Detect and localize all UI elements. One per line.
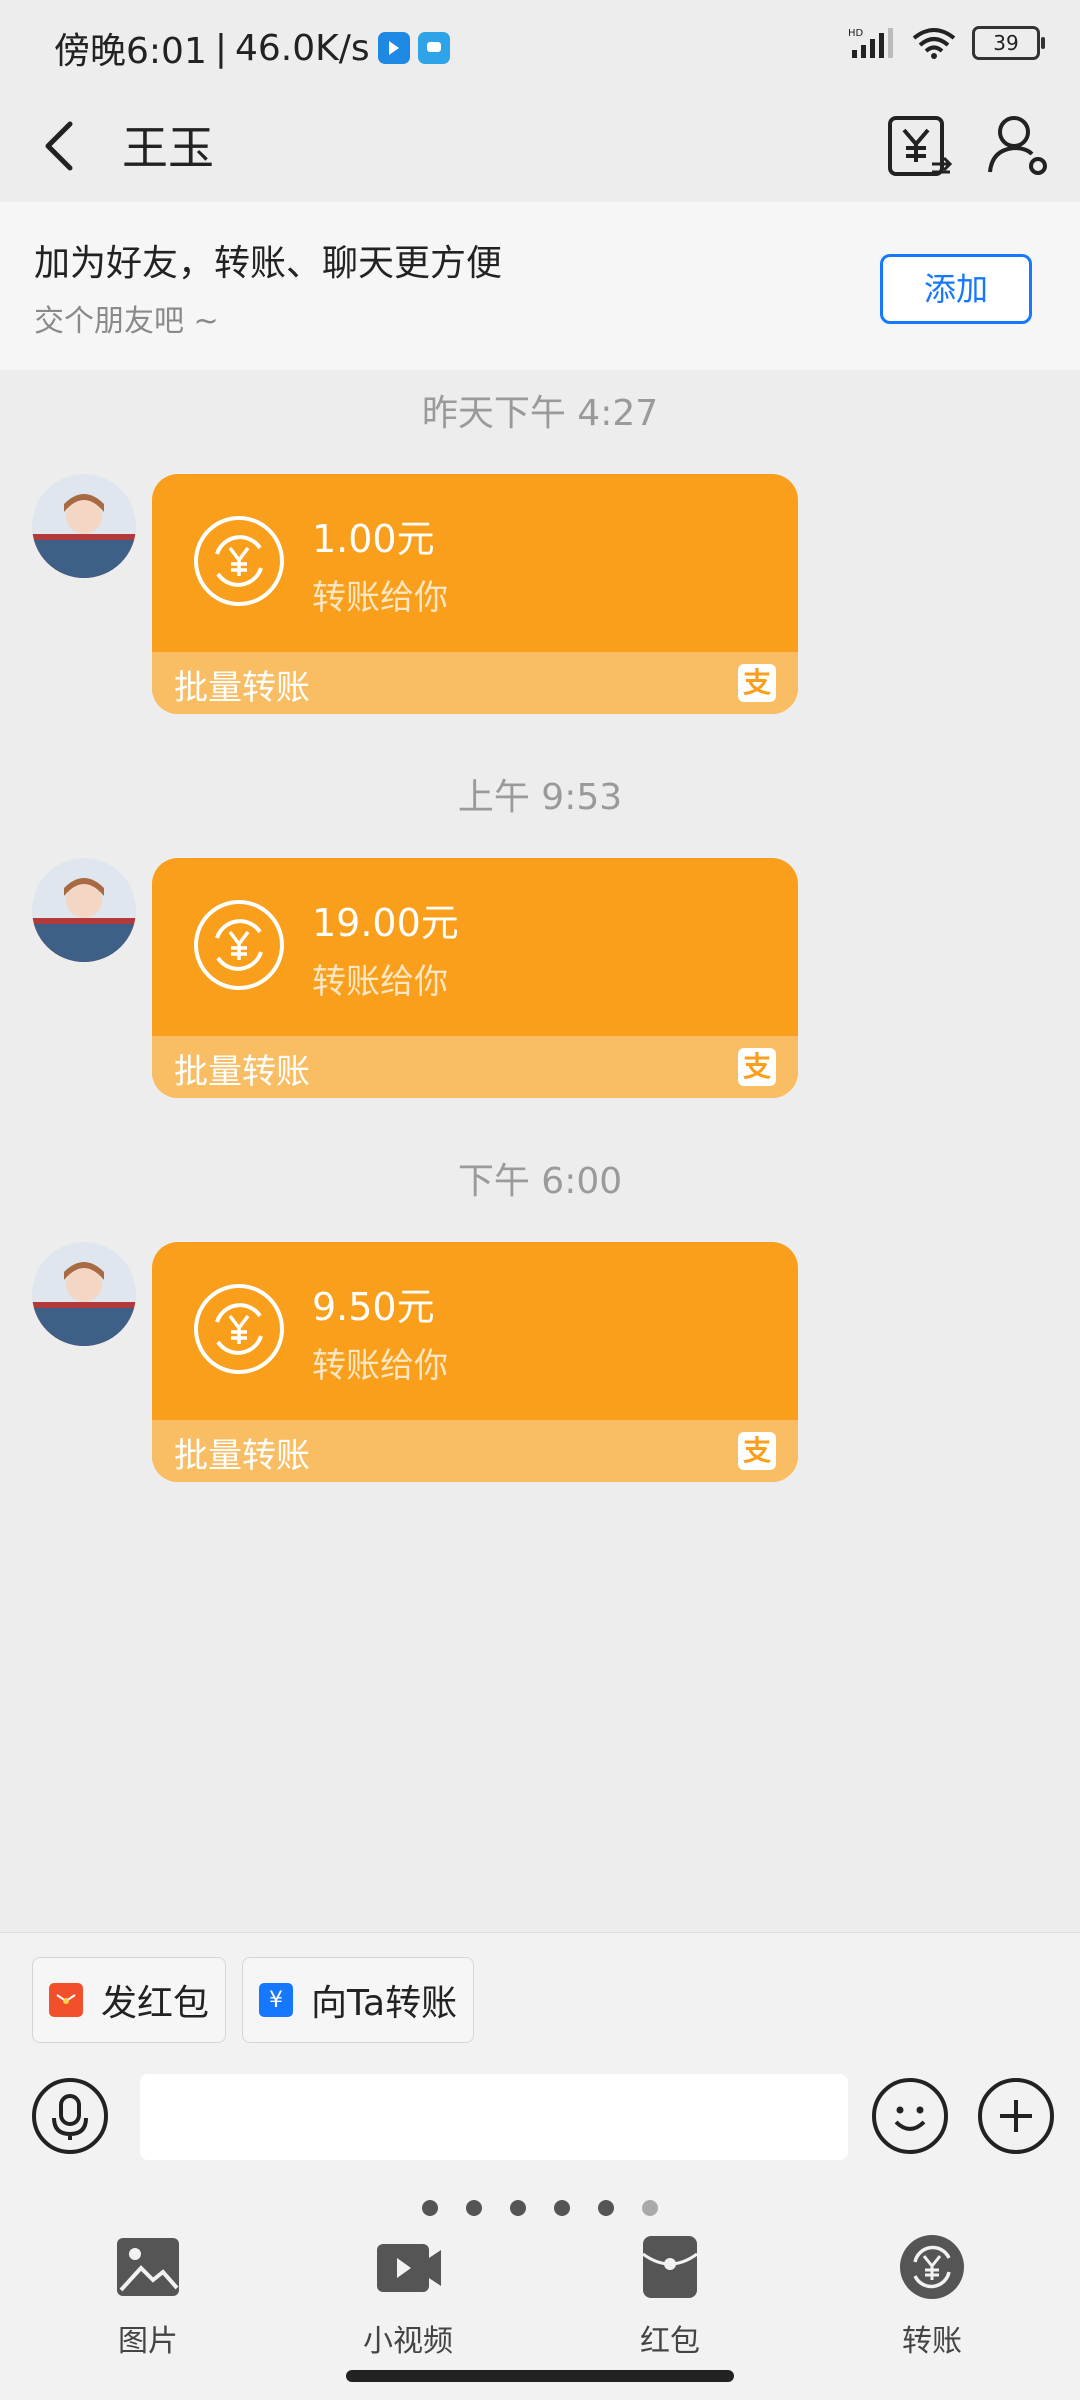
image-icon (113, 2232, 183, 2302)
status-right: HD 39 (848, 26, 1045, 60)
banner-title: 加为好友，转账、聊天更方便 (34, 243, 503, 284)
quick-actions-bar: 发红包 ¥ 向Ta转账 (0, 1932, 1080, 2053)
transfer-card[interactable]: 9.50元 转账给你 批量转账 支 (152, 1242, 798, 1482)
transfer-records-button[interactable] (880, 106, 960, 186)
more-button[interactable] (978, 2078, 1054, 2154)
panel-item-label: 红包 (640, 2324, 700, 2359)
transfer-card-footer: 批量转账 支 (152, 1036, 798, 1098)
panel-item-transfer[interactable]: 转账 (852, 2212, 1012, 2359)
status-bar: 傍晚6:01 | 46.0K/s HD 39 (0, 0, 1080, 92)
banner-subtitle: 交个朋友吧 ~ (34, 304, 219, 339)
page-dot (554, 2200, 570, 2216)
home-indicator[interactable] (346, 2370, 734, 2382)
transfer-type-label: 批量转账 (174, 668, 310, 708)
transfer-description: 转账给你 (312, 962, 448, 1002)
transfer-records-icon (888, 116, 953, 176)
message-timestamp: 下午 6:00 (457, 1161, 623, 1202)
transfer-card[interactable]: 19.00元 转账给你 批量转账 支 (152, 858, 798, 1098)
microphone-icon (52, 2094, 88, 2140)
panel-item-photo[interactable]: 图片 (68, 2212, 228, 2359)
panel-item-label: 图片 (118, 2324, 178, 2359)
avatar[interactable] (32, 474, 136, 578)
wifi-icon (912, 28, 956, 59)
transfer-amount: 19.00元 (312, 901, 459, 945)
status-time: 傍晚6:01 (54, 31, 207, 72)
send-red-packet-button[interactable]: 发红包 (32, 1957, 227, 2043)
panel-item-video[interactable]: 小视频 (328, 2212, 488, 2359)
smile-icon (894, 2106, 926, 2131)
back-arrow-icon (45, 121, 73, 171)
status-separator: | (214, 27, 227, 69)
cell-signal-icon: HD (848, 28, 893, 58)
page-title: 王玉 (122, 121, 214, 175)
avatar-image (32, 474, 136, 578)
yuan-cycle-icon (194, 1284, 284, 1374)
transfer-card-body: 9.50元 转账给你 (152, 1242, 798, 1420)
svg-text:HD: HD (848, 28, 864, 39)
message-timestamp: 上午 9:53 (457, 777, 623, 818)
transfer-amount: 9.50元 (312, 1285, 435, 1329)
red-packet-icon (49, 1983, 83, 2017)
add-friend-button[interactable]: 添加 (880, 254, 1032, 324)
send-red-packet-label: 发红包 (101, 1983, 210, 2024)
transfer-amount: 1.00元 (312, 517, 435, 561)
more-panel: 图片 小视频 红包 转账 (0, 2182, 1080, 2400)
page-dot (510, 2200, 526, 2216)
transfer-to-ta-label: 向Ta转账 (311, 1983, 458, 2024)
transfer-icon: ¥ (259, 1983, 293, 2017)
message-timestamp: 昨天下午 4:27 (421, 393, 659, 434)
alipay-icon: 支 (738, 1432, 776, 1470)
transfer-description: 转账给你 (312, 1346, 448, 1386)
transfer-card-footer: 批量转账 支 (152, 1420, 798, 1482)
transfer-card[interactable]: 1.00元 转账给你 批量转账 支 (152, 474, 798, 714)
transfer-cycle-icon (897, 2232, 967, 2302)
message-notification-icon (417, 32, 450, 64)
chat-header: 王玉 (0, 92, 1080, 202)
transfer-description: 转账给你 (312, 578, 448, 618)
avatar[interactable] (32, 858, 136, 962)
yuan-cycle-icon (194, 900, 284, 990)
avatar[interactable] (32, 1242, 136, 1346)
avatar-image (32, 1242, 136, 1346)
transfer-type-label: 批量转账 (174, 1052, 310, 1092)
transfer-card-body: 19.00元 转账给你 (152, 858, 798, 1036)
transfer-card-footer: 批量转账 支 (152, 652, 798, 714)
plus-icon (1000, 2100, 1032, 2132)
emoji-button[interactable] (872, 2078, 948, 2154)
transfer-to-ta-button[interactable]: ¥ 向Ta转账 (242, 1957, 475, 2043)
network-speed: 46.0K/s (234, 27, 370, 69)
panel-item-red-packet[interactable]: 红包 (590, 2212, 750, 2359)
transfer-card-body: 1.00元 转账给你 (152, 474, 798, 652)
yuan-cycle-icon (194, 516, 284, 606)
message-input[interactable] (140, 2074, 848, 2160)
battery-indicator: 39 (972, 26, 1045, 60)
panel-item-label: 转账 (902, 2324, 962, 2359)
input-row (0, 2052, 1080, 2182)
app-notification-icon (377, 32, 410, 64)
status-left: 傍晚6:01 | 46.0K/s (54, 22, 450, 74)
red-packet-icon (635, 2232, 705, 2302)
avatar-image (32, 858, 136, 962)
video-icon (373, 2232, 443, 2302)
user-settings-icon (988, 116, 1047, 175)
transfer-type-label: 批量转账 (174, 1436, 310, 1476)
profile-settings-button[interactable] (978, 106, 1058, 186)
voice-button[interactable] (32, 2078, 108, 2154)
add-friend-banner: 加为好友，转账、聊天更方便 交个朋友吧 ~ 添加 (0, 202, 1080, 370)
alipay-icon: 支 (738, 1048, 776, 1086)
back-button[interactable] (30, 114, 94, 178)
panel-item-label: 小视频 (363, 2324, 453, 2359)
alipay-icon: 支 (738, 664, 776, 702)
